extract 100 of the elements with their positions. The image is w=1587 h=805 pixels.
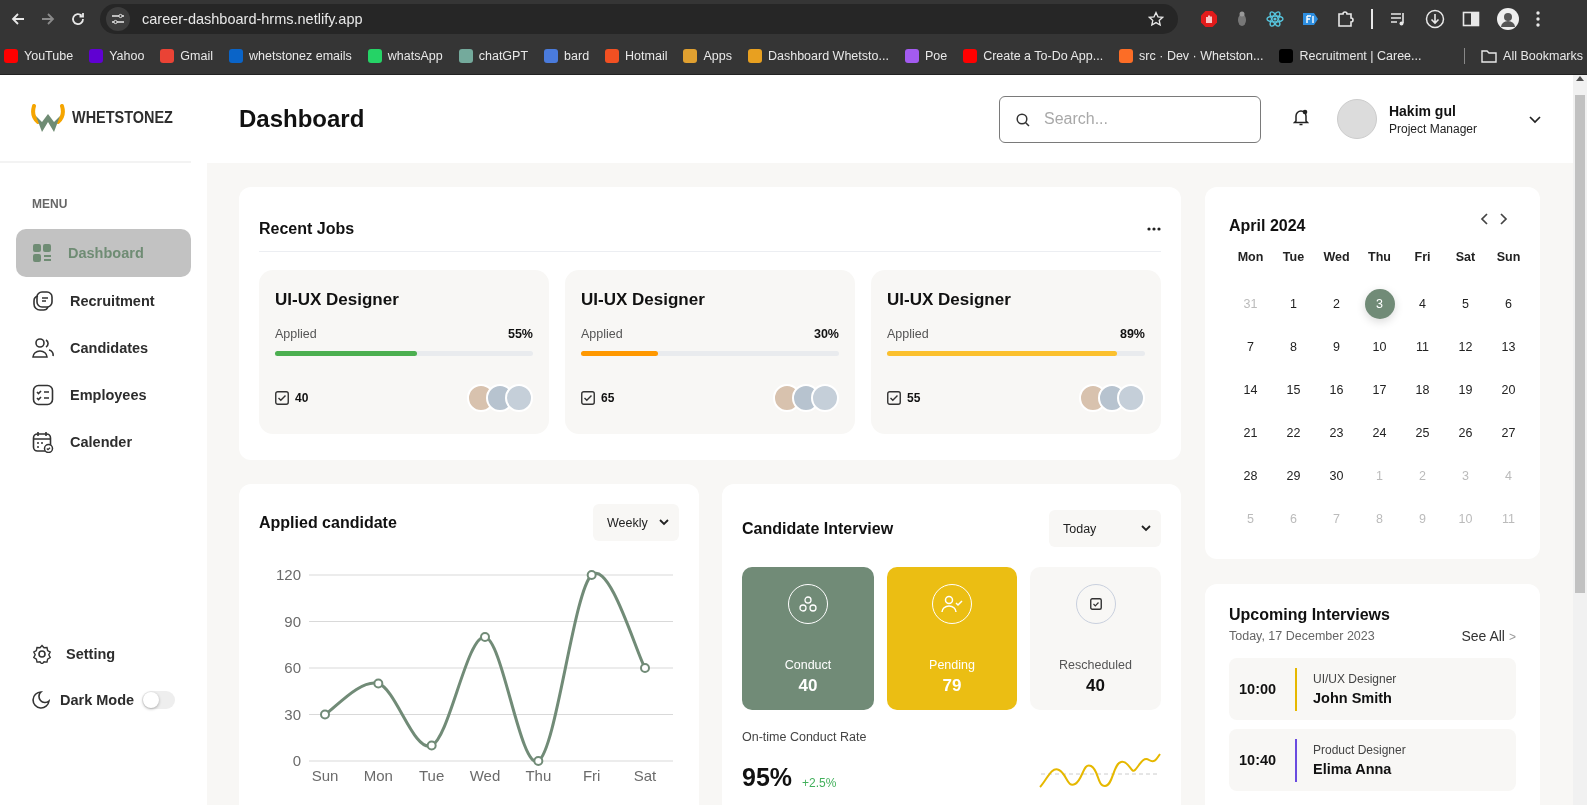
bookmark[interactable]: Yahoo <box>89 48 145 63</box>
reload-icon[interactable] <box>70 10 86 27</box>
calendar-day[interactable]: 27 <box>1493 417 1524 448</box>
weekday-label: Sat <box>1454 250 1477 266</box>
calendar-day[interactable]: 5 <box>1450 288 1481 319</box>
sidebar-item[interactable]: Recruitment <box>16 277 191 324</box>
user-role: Project Manager <box>1388 121 1477 136</box>
calendar-day[interactable]: 4 <box>1407 288 1438 319</box>
bookmark[interactable]: bard <box>544 48 590 63</box>
calendar-day[interactable]: 24 <box>1364 417 1395 448</box>
bookmark[interactable]: Create a To-Do App... <box>963 48 1104 63</box>
calendar-day[interactable]: 23 <box>1321 417 1352 448</box>
period-dropdown[interactable]: Weekly <box>593 504 679 541</box>
calendar-day[interactable]: 26 <box>1450 417 1481 448</box>
more-icon[interactable] <box>1147 227 1161 231</box>
bookmark[interactable]: Poe <box>904 48 948 63</box>
bookmark[interactable]: Dashboard Whetsto... <box>747 48 889 63</box>
calendar-day[interactable]: 11 <box>1407 331 1438 362</box>
profile-avatar-icon[interactable] <box>1497 7 1519 30</box>
calendar-day[interactable]: 14 <box>1235 374 1266 405</box>
interview-time: 10:00 <box>1239 681 1278 697</box>
side-panel-icon[interactable] <box>1462 9 1480 28</box>
all-bookmarks-button[interactable]: All Bookmarks <box>1481 48 1583 63</box>
calendar-day[interactable]: 1 <box>1278 288 1309 319</box>
calendar-day[interactable]: 17 <box>1364 374 1395 405</box>
progress-label: Applied <box>581 327 623 341</box>
calendar-day[interactable]: 29 <box>1278 460 1309 491</box>
search-field[interactable]: Search... <box>998 95 1261 143</box>
calendar-day[interactable]: 18 <box>1407 374 1438 405</box>
calendar-day[interactable]: 15 <box>1278 374 1309 405</box>
folder-icon <box>1481 48 1498 63</box>
calendar-day[interactable]: 3 <box>1364 288 1395 319</box>
page-title: Dashboard <box>239 105 365 133</box>
stop-hand-icon[interactable] <box>1200 9 1218 28</box>
calendar-day[interactable]: 8 <box>1278 331 1309 362</box>
calendar-day[interactable]: 25 <box>1407 417 1438 448</box>
notification-bell-icon[interactable] <box>1292 108 1309 126</box>
calendar-day[interactable]: 28 <box>1235 460 1266 491</box>
bookmark[interactable]: Gmail <box>160 48 213 63</box>
checkbox-icon <box>887 391 901 405</box>
bookmark[interactable]: Apps <box>683 48 732 63</box>
weekday-label: Wed <box>1322 250 1351 266</box>
rate-label: On-time Conduct Rate <box>742 730 868 744</box>
data-point <box>480 632 490 642</box>
bookmark[interactable]: whetstonez emails <box>229 48 352 63</box>
calendar-day[interactable]: 22 <box>1278 417 1309 448</box>
sidebar-item[interactable]: Employees <box>16 371 191 418</box>
bookmark[interactable]: Hotmail <box>605 48 668 63</box>
calendar-day[interactable]: 13 <box>1493 331 1524 362</box>
puzzle-icon[interactable] <box>1336 9 1354 28</box>
bookmark[interactable]: Recruitment | Caree... <box>1279 48 1422 63</box>
see-all-link[interactable]: See All > <box>1461 628 1516 644</box>
calendar-day[interactable]: 6 <box>1493 288 1524 319</box>
address-bar[interactable]: career-dashboard-hrms.netlify.app <box>100 3 1178 34</box>
site-settings-icon[interactable] <box>106 6 130 31</box>
chevron-left-icon[interactable] <box>1480 213 1488 225</box>
interview-item[interactable]: 10:40 Product Designer Elima Anna <box>1229 729 1516 791</box>
calendar-day[interactable]: 30 <box>1321 460 1352 491</box>
star-icon[interactable] <box>1148 10 1164 27</box>
bookmark[interactable]: whatsApp <box>367 48 443 63</box>
job-card[interactable]: UI-UX Designer Applied 89% 55 <box>871 270 1161 434</box>
atom-icon[interactable] <box>1266 9 1284 28</box>
calendar-day[interactable]: 7 <box>1235 331 1266 362</box>
calendar-day[interactable]: 20 <box>1493 374 1524 405</box>
calendar-day[interactable]: 21 <box>1235 417 1266 448</box>
settings-item[interactable]: Setting <box>16 631 191 677</box>
bookmark[interactable]: YouTube <box>4 48 74 63</box>
interview-item[interactable]: 10:00 UI/UX Designer John Smith <box>1229 658 1516 720</box>
calendar-day[interactable]: 19 <box>1450 374 1481 405</box>
x-tick-label: Sat <box>633 767 657 784</box>
job-card[interactable]: UI-UX Designer Applied 30% 65 <box>565 270 855 434</box>
period-dropdown[interactable]: Today <box>1049 510 1161 547</box>
data-point <box>586 570 597 580</box>
bookmark[interactable]: chatGPT <box>458 48 529 63</box>
x-tick-label: Tue <box>419 767 445 784</box>
sidebar-item[interactable]: Candidates <box>16 324 191 371</box>
progress-percent: 55% <box>507 327 533 341</box>
calendar-day[interactable]: 9 <box>1321 331 1352 362</box>
sidebar-item[interactable]: Calender <box>16 418 191 465</box>
chevron-right-icon[interactable] <box>1500 213 1508 225</box>
applicant-count: 40 <box>295 391 309 405</box>
download-icon[interactable] <box>1425 8 1445 29</box>
forward-icon[interactable] <box>40 10 56 27</box>
x-tick-label: Fri <box>582 767 601 784</box>
stat-label: Pending <box>929 658 975 672</box>
job-card[interactable]: UI-UX Designer Applied 55% 40 <box>259 270 549 434</box>
calendar-day[interactable]: 2 <box>1321 288 1352 319</box>
menu-icon[interactable] <box>1536 10 1540 27</box>
weekday-label: Tue <box>1281 250 1306 266</box>
dark-mode-toggle[interactable] <box>142 691 175 709</box>
bookmark[interactable]: src · Dev · Whetston... <box>1119 48 1264 63</box>
calendar-day[interactable]: 16 <box>1321 374 1352 405</box>
chevron-down-icon[interactable] <box>1529 116 1541 124</box>
avatar <box>1117 384 1145 412</box>
calendar-day[interactable]: 12 <box>1450 331 1481 362</box>
calendar-day[interactable]: 10 <box>1364 331 1395 362</box>
progress-percent: 30% <box>813 327 839 341</box>
y-tick-label: 30 <box>284 705 301 723</box>
dark-mode-label: Dark Mode <box>32 691 135 709</box>
back-icon[interactable] <box>10 10 26 27</box>
